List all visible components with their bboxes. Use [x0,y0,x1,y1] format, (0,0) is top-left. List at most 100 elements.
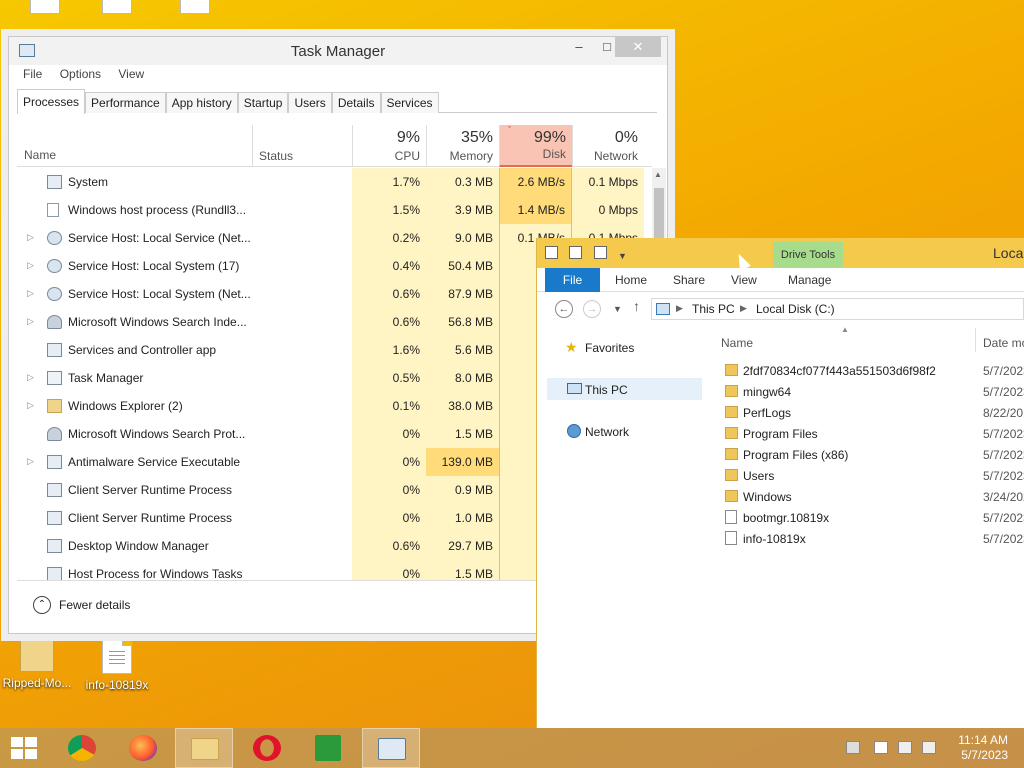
desktop-icon-top-2[interactable] [82,0,152,18]
expand-chevron-icon[interactable]: ▷ [27,400,34,411]
memory-cell: 0.3 MB [426,168,499,196]
text-file-icon [102,636,132,674]
file-date: 5/7/2023 [983,385,1024,399]
breadcrumb-this-pc[interactable]: This PC [692,302,735,316]
ribbon-view-tab[interactable]: View [731,273,757,287]
back-arrow-icon[interactable]: ← [555,300,573,318]
tray-app-icon[interactable] [846,741,860,754]
file-name: PerfLogs [743,406,792,420]
tab-startup[interactable]: Startup [237,92,289,113]
customize-toolbar-chevron-icon[interactable]: ▼ [618,251,627,261]
expand-chevron-icon[interactable]: ▷ [27,288,34,299]
expand-chevron-icon[interactable]: ▷ [27,372,34,383]
cpu-cell: 0.6% [352,280,426,308]
list-item[interactable]: Windows 3/24/202 [713,486,1024,507]
column-date-modified[interactable]: Date mo [983,336,1024,350]
ribbon-share-tab[interactable]: Share [673,273,705,287]
nav-network[interactable]: Network [547,420,702,442]
breadcrumb-local-disk[interactable]: Local Disk (C:) [756,302,835,316]
address-bar-row: ← → ▼ ↑ ▶ This PC ▶ Local Disk (C:) [537,294,1024,324]
list-item[interactable]: mingw64 5/7/2023 [713,381,1024,402]
drive-icon[interactable] [545,246,558,259]
ribbon-manage-tab[interactable]: Manage [788,273,831,287]
tab-performance[interactable]: Performance [85,92,166,113]
column-network[interactable]: 0% Network [572,125,644,167]
nav-this-pc[interactable]: This PC [547,378,702,400]
volume-muted-icon[interactable] [922,741,936,754]
user-icon [47,315,62,329]
properties-icon[interactable] [569,246,583,259]
taskbar-opera[interactable] [238,728,296,768]
list-item[interactable]: Program Files 5/7/2023 [713,423,1024,444]
taskbar-firefox[interactable] [114,728,172,768]
breadcrumb-chevron-icon[interactable]: ▶ [740,303,747,314]
taskbar-chrome[interactable] [53,728,111,768]
list-item[interactable]: PerfLogs 8/22/201 [713,402,1024,423]
tab-processes[interactable]: Processes [17,89,86,114]
desktop-icon-ripped[interactable]: Ripped-Mo... [2,636,72,690]
menu-view[interactable]: View [118,67,144,81]
tab-app-history[interactable]: App history [165,92,238,113]
column-name[interactable]: Name [721,336,753,350]
column-cpu[interactable]: 9% CPU [352,125,426,167]
expand-chevron-icon[interactable]: ▷ [27,232,34,243]
column-status: Status [259,149,294,163]
breadcrumb-chevron-icon[interactable]: ▶ [676,303,683,314]
list-item[interactable]: Users 5/7/2023 [713,465,1024,486]
column-status-cell[interactable]: Status [252,125,352,167]
table-row[interactable]: Windows host process (Rundll3... 1.5% 3.9 … [17,196,652,224]
close-button[interactable]: ✕ [615,37,661,57]
tab-users[interactable]: Users [288,92,332,113]
cpu-label: CPU [394,149,420,163]
title-bar[interactable]: ▼ Drive Tools Loca [537,238,1024,268]
cpu-cell: 1.6% [352,336,426,364]
fewer-details-link[interactable]: Fewer details [59,598,130,612]
expand-chevron-icon[interactable]: ▷ [27,456,34,467]
recent-locations-chevron-icon[interactable]: ▼ [613,304,622,314]
taskbar-file-explorer[interactable] [175,728,233,768]
start-button[interactable] [0,728,58,768]
minimize-button[interactable]: – [565,37,593,57]
ribbon-file-tab[interactable]: File [545,268,600,292]
column-disk[interactable]: ˇ 99% Disk [499,125,572,167]
nav-favorites[interactable]: ★ Favorites [547,336,702,358]
taskbar-store[interactable] [300,728,358,768]
forward-arrow-icon[interactable]: → [583,300,601,318]
title-bar[interactable]: Task Manager – □ ✕ [9,37,667,65]
column-name[interactable]: Name [24,148,56,162]
network-icon [567,424,581,438]
tab-details[interactable]: Details [331,92,381,113]
desktop-icon-top-1[interactable] [10,0,80,18]
menu-file[interactable]: File [23,67,42,81]
scroll-up-icon[interactable]: ▲ [654,170,662,179]
up-arrow-icon[interactable]: ↑ [633,298,640,314]
column-divider[interactable] [975,328,976,352]
menu-options[interactable]: Options [60,67,101,81]
list-item[interactable]: bootmgr.10819x 5/7/2023 [713,507,1024,528]
address-bar[interactable]: ▶ This PC ▶ Local Disk (C:) [651,298,1024,320]
file-date: 5/7/2023 [983,448,1024,462]
list-item[interactable]: 2fdf70834cf077f443a551503d6f98f2 5/7/2023 [713,360,1024,381]
desktop-icon-info[interactable]: info-10819x [82,636,152,692]
cpu-cell: 1.5% [352,196,426,224]
memory-cell: 5.6 MB [426,336,499,364]
system-icon [47,175,62,189]
system-clock[interactable]: 11:14 AM 5/7/2023 [958,733,1008,763]
list-item[interactable]: info-10819x 5/7/2023 [713,528,1024,549]
network-status-icon[interactable] [898,741,912,754]
tab-services[interactable]: Services [380,92,439,113]
user-icon [47,427,62,441]
list-item[interactable]: Program Files (x86) 5/7/2023 [713,444,1024,465]
column-memory[interactable]: 35% Memory [426,125,499,167]
chevron-up-icon[interactable]: ⌃ [33,596,51,614]
taskbar-task-manager[interactable] [362,728,420,768]
table-row[interactable]: System 1.7% 0.3 MB 2.6 MB/s 0.1 Mbps [17,168,652,196]
desktop-icon-top-3[interactable] [160,0,230,18]
expand-chevron-icon[interactable]: ▷ [27,260,34,271]
new-folder-icon[interactable] [593,246,607,259]
expand-chevron-icon[interactable]: ▷ [27,316,34,327]
memory-cell: 1.5 MB [426,420,499,448]
ribbon-home-tab[interactable]: Home [615,273,647,287]
process-icon [47,483,62,497]
action-center-flag-icon[interactable] [874,741,888,754]
